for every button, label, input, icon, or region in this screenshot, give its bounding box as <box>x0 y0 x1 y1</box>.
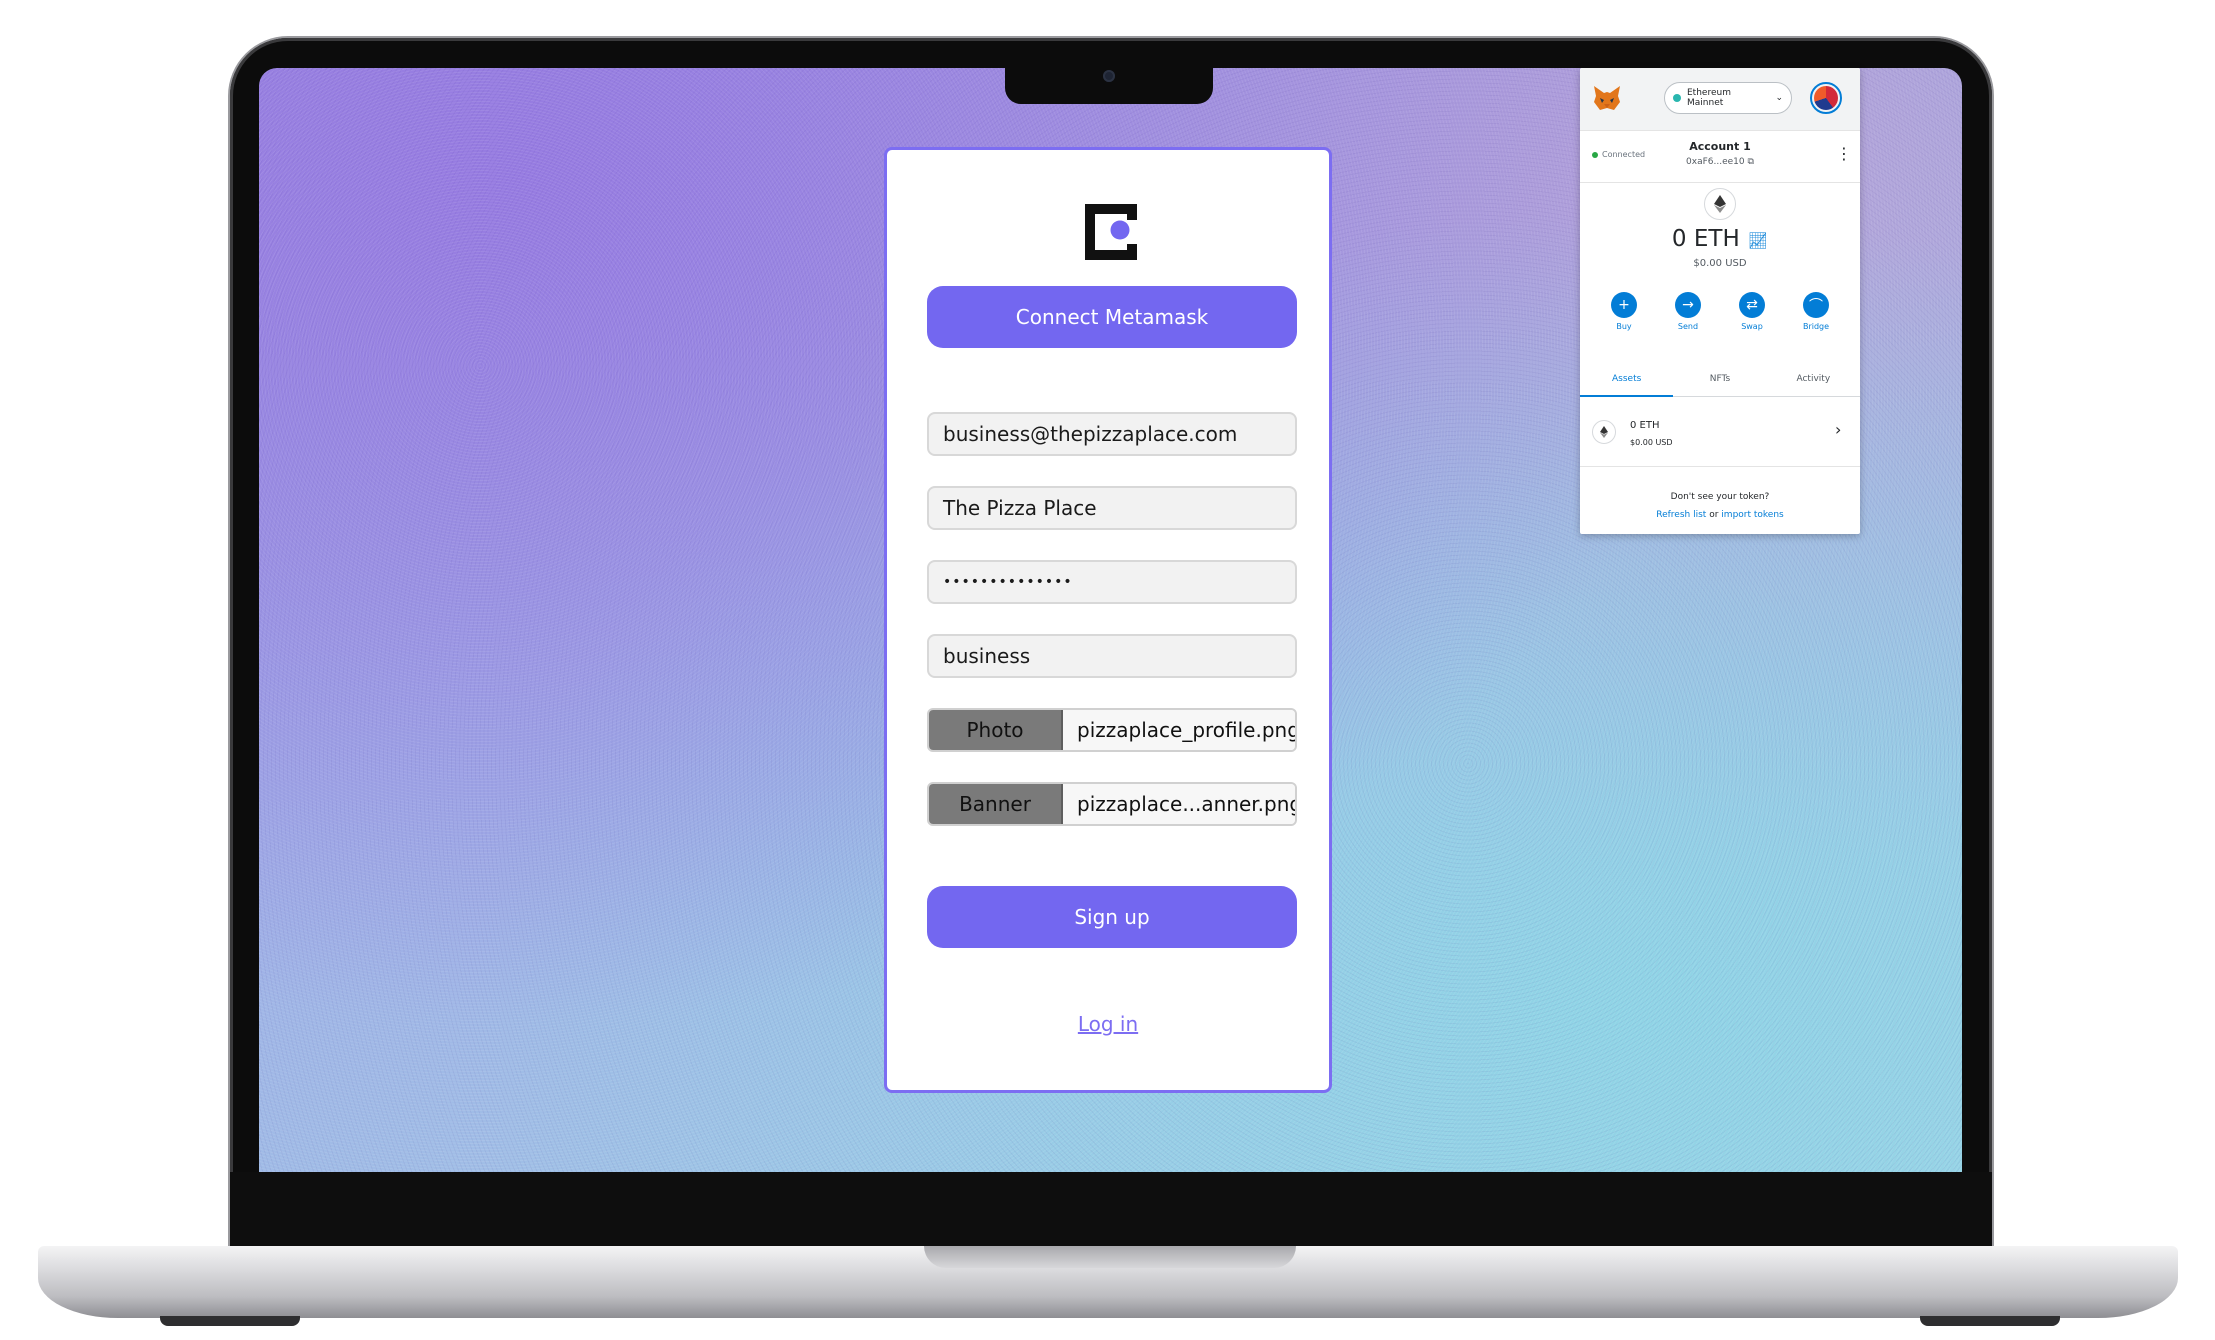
bridge-button[interactable]: ⌒ Bridge <box>1794 292 1838 331</box>
buy-button[interactable]: + Buy <box>1602 292 1646 331</box>
refresh-list-link[interactable]: Refresh list <box>1656 510 1706 520</box>
tab-assets[interactable]: Assets <box>1580 362 1674 397</box>
portfolio-chart-icon[interactable]: 📈︎ <box>1748 231 1768 250</box>
app-logo-icon <box>1085 204 1137 260</box>
bridge-label: Bridge <box>1802 322 1830 331</box>
action-buttons: + Buy → Send ⇄ Swap ⌒ Bridge <box>1602 292 1838 331</box>
import-tokens-link[interactable]: import tokens <box>1721 510 1783 520</box>
laptop-foot-left <box>160 1316 300 1326</box>
tab-nfts[interactable]: NFTs <box>1673 362 1766 396</box>
chevron-down-icon: ⌄ <box>1775 93 1783 103</box>
signup-card: Connect Metamask business@thepizzaplace.… <box>884 147 1332 1093</box>
usd-balance: $0.00 USD <box>1693 258 1747 269</box>
eth-balance: 0 ETH 📈︎ <box>1580 226 1860 252</box>
login-link[interactable]: Log in <box>887 1012 1329 1036</box>
token-links: Refresh list or import tokens <box>1580 510 1860 520</box>
swap-label: Swap <box>1741 322 1763 331</box>
name-field[interactable]: The Pizza Place <box>927 486 1297 530</box>
network-selector[interactable]: Ethereum Mainnet ⌄ <box>1664 82 1792 114</box>
banner-choose-button[interactable]: Banner <box>929 784 1063 824</box>
arrow-right-icon: → <box>1675 292 1701 318</box>
screen-bezel-bottom <box>230 1172 1992 1248</box>
connect-metamask-button[interactable]: Connect Metamask <box>927 286 1297 348</box>
swap-button[interactable]: ⇄ Swap <box>1730 292 1774 331</box>
account-address-text: 0xaF6...ee10 <box>1686 157 1745 167</box>
photo-filename: pizzaplace_profile.png <box>1063 710 1295 750</box>
password-field[interactable]: •••••••••••••• <box>927 560 1297 604</box>
buy-label: Buy <box>1616 322 1632 331</box>
eth-token-icon <box>1592 420 1616 444</box>
asset-usd: $0.00 USD <box>1630 438 1673 447</box>
eth-balance-value: 0 ETH <box>1671 226 1740 252</box>
banner-file-input[interactable]: Banner pizzaplace...anner.png <box>927 782 1297 826</box>
email-field[interactable]: business@thepizzaplace.com <box>927 412 1297 456</box>
account-address[interactable]: 0xaF6...ee10 ⧉ <box>1580 157 1860 167</box>
photo-file-input[interactable]: Photo pizzaplace_profile.png <box>927 708 1297 752</box>
metamask-popup: Ethereum Mainnet ⌄ Connected Account 1 0… <box>1580 68 1860 534</box>
metamask-header: Ethereum Mainnet ⌄ <box>1580 68 1860 131</box>
send-button[interactable]: → Send <box>1666 292 1710 331</box>
signup-button[interactable]: Sign up <box>927 886 1297 948</box>
tab-activity[interactable]: Activity <box>1767 362 1860 396</box>
account-bar: Connected Account 1 0xaF6...ee10 ⧉ ⋮ <box>1580 130 1860 183</box>
account-avatar[interactable] <box>1810 82 1842 114</box>
eth-logo-icon <box>1704 188 1736 220</box>
swap-icon: ⇄ <box>1739 292 1765 318</box>
metamask-fox-icon <box>1594 86 1620 110</box>
kebab-menu-icon[interactable]: ⋮ <box>1836 144 1852 163</box>
bridge-icon: ⌒ <box>1803 292 1829 318</box>
plus-icon: + <box>1611 292 1637 318</box>
photo-choose-button[interactable]: Photo <box>929 710 1063 750</box>
network-name: Ethereum Mainnet <box>1687 88 1731 108</box>
role-field[interactable]: business <box>927 634 1297 678</box>
network-status-dot <box>1673 94 1681 102</box>
wallet-tabs: Assets NFTs Activity <box>1580 362 1860 397</box>
token-prompt: Don't see your token? <box>1670 492 1770 502</box>
laptop-foot-right <box>1920 1316 2060 1326</box>
camera-icon <box>1103 70 1115 82</box>
asset-amount: 0 ETH <box>1630 420 1660 431</box>
send-label: Send <box>1677 322 1699 331</box>
copy-icon[interactable]: ⧉ <box>1748 157 1754 167</box>
banner-filename: pizzaplace...anner.png <box>1063 784 1295 824</box>
laptop-opening-notch <box>924 1246 1296 1268</box>
asset-row-eth[interactable]: 0 ETH $0.00 USD › <box>1580 398 1860 467</box>
chevron-right-icon: › <box>1835 420 1842 439</box>
or-text: or <box>1709 510 1719 520</box>
account-name: Account 1 <box>1689 140 1751 153</box>
